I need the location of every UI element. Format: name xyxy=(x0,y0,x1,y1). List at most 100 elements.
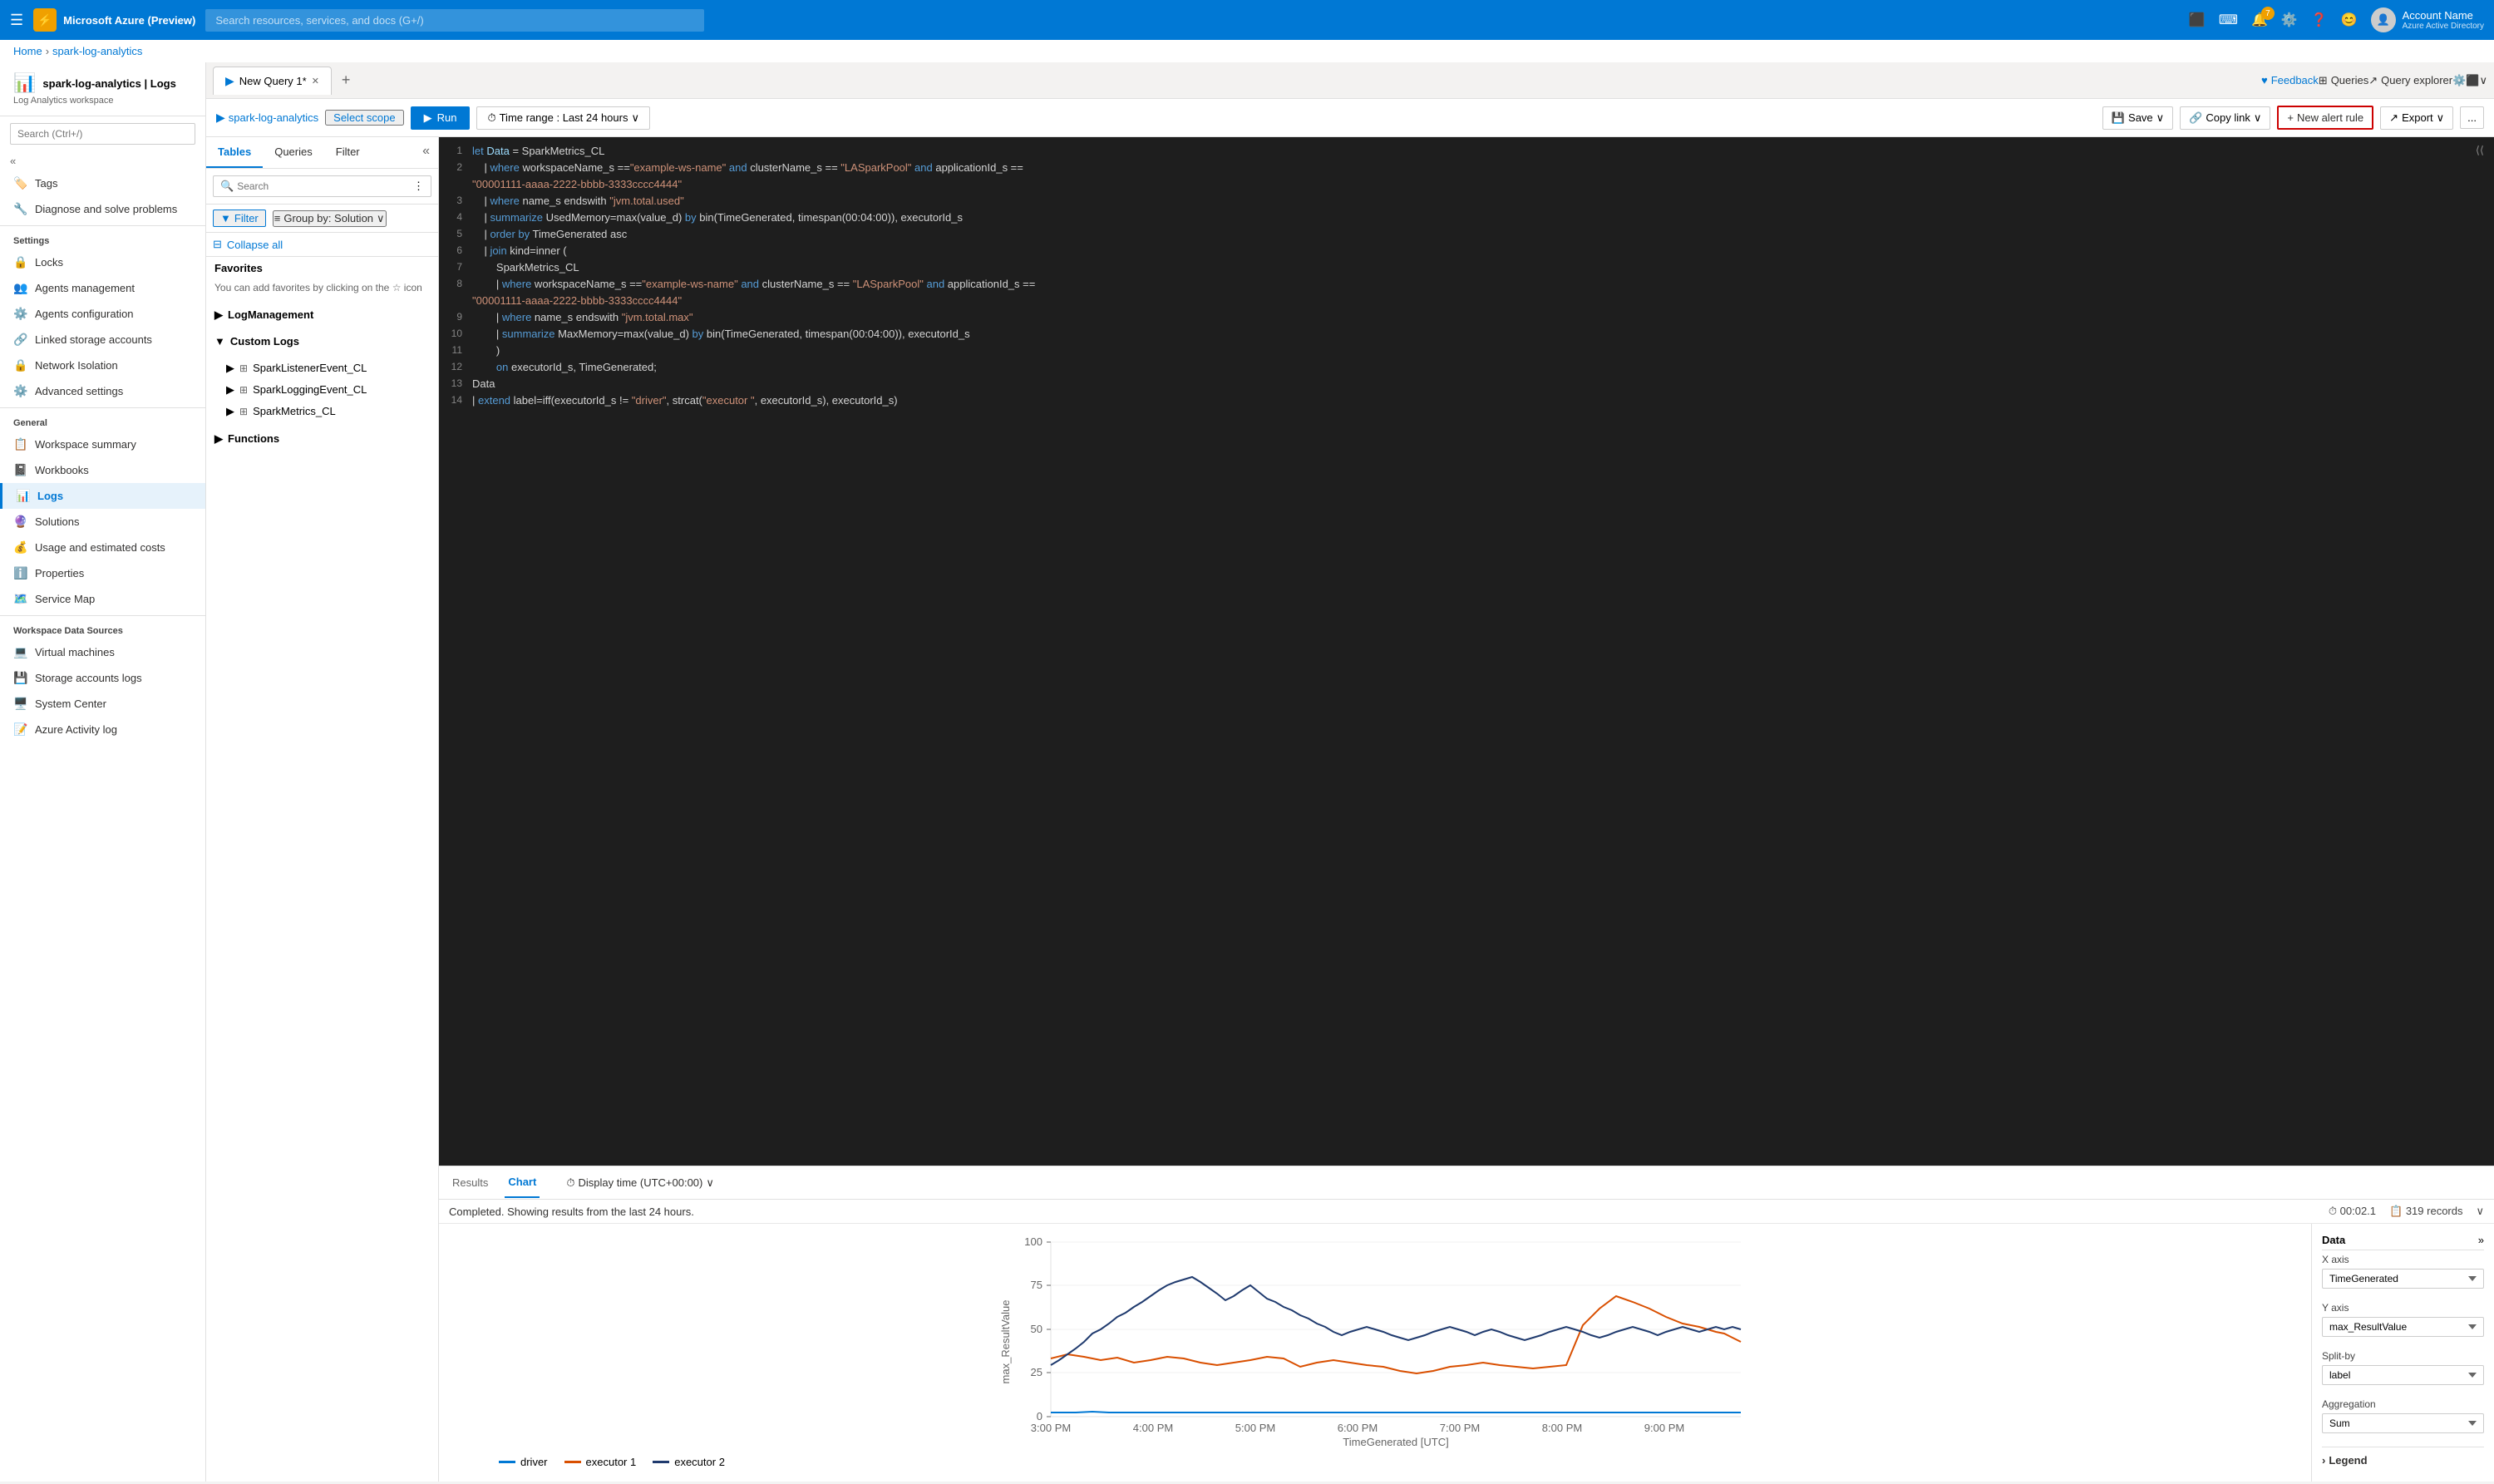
legend-executor2: executor 2 xyxy=(653,1456,725,1468)
y-axis-label: Y axis xyxy=(2322,1302,2484,1314)
legend-executor1: executor 1 xyxy=(564,1456,637,1468)
custom-logs-header[interactable]: ▼ Custom Logs xyxy=(206,328,438,354)
panel-collapse-button[interactable]: « xyxy=(414,137,438,168)
notification-icon[interactable]: 🔔 7 xyxy=(2251,12,2268,28)
sidebar-item-tags[interactable]: 🏷️ Tags xyxy=(0,170,205,196)
feedback-button[interactable]: ♥ Feedback xyxy=(2261,74,2319,86)
filter-button[interactable]: ▼ Filter xyxy=(213,210,266,227)
hamburger-icon[interactable]: ☰ xyxy=(10,12,23,29)
advanced-settings-icon: ⚙️ xyxy=(13,384,28,398)
sidebar-item-logs[interactable]: 📊 Logs xyxy=(0,483,205,509)
new-alert-rule-button[interactable]: + New alert rule xyxy=(2277,106,2373,130)
y-axis-select[interactable]: max_ResultValue xyxy=(2322,1317,2484,1337)
add-tab-button[interactable]: + xyxy=(335,68,357,92)
functions-header[interactable]: ▶ Functions xyxy=(206,426,438,452)
sidebar-item-virtual-machines[interactable]: 💻 Virtual machines xyxy=(0,639,205,665)
search-more-icon[interactable]: ⋮ xyxy=(413,180,424,193)
results-tab-chart[interactable]: Chart xyxy=(505,1167,540,1198)
query-tab-1[interactable]: ▶ New Query 1* ✕ xyxy=(213,67,332,95)
select-scope-button[interactable]: Select scope xyxy=(325,110,403,126)
sidebar-toggle[interactable]: « xyxy=(0,151,205,170)
sidebar-item-properties[interactable]: ℹ️ Properties xyxy=(0,560,205,586)
sidebar-item-workspace-summary[interactable]: 📋 Workspace summary xyxy=(0,431,205,457)
time-range-button[interactable]: ⏱ Time range : Last 24 hours ∨ xyxy=(476,106,650,130)
export-button[interactable]: ↗ Export ∨ xyxy=(2380,106,2453,130)
query-editor[interactable]: 1 let Data = SparkMetrics_CL 2 | where w… xyxy=(439,137,2494,1166)
tab-queries[interactable]: Queries xyxy=(263,137,324,168)
sidebar-item-system-center[interactable]: 🖥️ System Center xyxy=(0,691,205,717)
sidebar-search-container xyxy=(0,116,205,151)
sidebar-search-input[interactable] xyxy=(10,123,195,145)
help-icon[interactable]: ❓ xyxy=(2311,12,2328,28)
tab-filter[interactable]: Filter xyxy=(324,137,372,168)
sidebar-item-activity-log[interactable]: 📝 Azure Activity log xyxy=(0,717,205,742)
chart-svg: max_ResultValue 100 75 xyxy=(449,1234,2301,1450)
expand-row-icon: ▶ xyxy=(226,405,234,418)
more-options-button[interactable]: ∨ xyxy=(2479,74,2487,87)
log-management-header[interactable]: ▶ LogManagement xyxy=(206,302,438,328)
breadcrumb-resource[interactable]: spark-log-analytics xyxy=(52,45,142,57)
sidebar-item-linked-storage[interactable]: 🔗 Linked storage accounts xyxy=(0,327,205,353)
collapse-all-button[interactable]: ⊟ Collapse all xyxy=(206,233,438,257)
tab-label: New Query 1* xyxy=(239,75,307,87)
layout-button[interactable]: ⬛ xyxy=(2466,74,2479,87)
editor-line-8b: "00001111-aaaa-2222-bbbb-3333cccc4444" xyxy=(439,293,2494,310)
tab-close-icon[interactable]: ✕ xyxy=(312,76,319,86)
sidebar-item-service-map[interactable]: 🗺️ Service Map xyxy=(0,586,205,612)
editor-collapse-button[interactable]: ⟨⟨ xyxy=(2476,144,2484,157)
save-button[interactable]: 💾 Save ∨ xyxy=(2102,106,2173,130)
portal-icon[interactable]: ⬛ xyxy=(2189,12,2206,28)
sidebar-item-solutions[interactable]: 🔮 Solutions xyxy=(0,509,205,535)
data-section-header[interactable]: Data » xyxy=(2322,1234,2484,1250)
table-item-sparklistener[interactable]: ▶ ⊞ SparkListenerEvent_CL xyxy=(206,357,438,379)
query-explorer-button[interactable]: ↗ Query explorer xyxy=(2368,74,2452,87)
svg-text:7:00 PM: 7:00 PM xyxy=(1440,1422,1480,1434)
sidebar-item-agents-mgmt[interactable]: 👥 Agents management xyxy=(0,275,205,301)
legend-expand-icon: › xyxy=(2322,1454,2325,1467)
agents-mgmt-icon: 👥 xyxy=(13,281,28,295)
queries-button[interactable]: ⊞ Queries xyxy=(2319,74,2368,87)
breadcrumb-home[interactable]: Home xyxy=(13,45,42,57)
status-text: Completed. Showing results from the last… xyxy=(449,1205,694,1218)
notification-badge: 7 xyxy=(2261,7,2275,20)
table-item-sparkmetrics[interactable]: ▶ ⊞ SparkMetrics_CL xyxy=(206,401,438,422)
workspace-icon: ▶ xyxy=(216,111,225,125)
tab-tables[interactable]: Tables xyxy=(206,137,263,168)
sidebar-item-storage-logs[interactable]: 💾 Storage accounts logs xyxy=(0,665,205,691)
sidebar-item-diagnose[interactable]: 🔧 Diagnose and solve problems xyxy=(0,196,205,222)
sidebar-item-locks[interactable]: 🔒 Locks xyxy=(0,249,205,275)
sidebar-item-usage-costs[interactable]: 💰 Usage and estimated costs xyxy=(0,535,205,560)
topbar-icons: ⬛ ⌨ 🔔 7 ⚙️ ❓ 😊 👤 Account Name Azure Acti… xyxy=(2189,7,2484,32)
group-by-button[interactable]: ≡ Group by: Solution ∨ xyxy=(273,210,387,227)
cloudshell-icon[interactable]: ⌨ xyxy=(2219,12,2238,28)
settings-button[interactable]: ⚙️ xyxy=(2452,74,2466,87)
sidebar-item-label: Network Isolation xyxy=(35,359,118,372)
sidebar-item-network[interactable]: 🔒 Network Isolation xyxy=(0,353,205,378)
tables-search-input[interactable] xyxy=(237,180,410,192)
page-title: spark-log-analytics | Logs xyxy=(42,77,175,90)
results-area: Results Chart ⏱ Display time (UTC+00:00)… xyxy=(439,1166,2494,1482)
table-item-sparklogging[interactable]: ▶ ⊞ SparkLoggingEvent_CL xyxy=(206,379,438,401)
display-time-button[interactable]: ⏱ Display time (UTC+00:00) ∨ xyxy=(566,1176,714,1190)
aggregation-select[interactable]: Sum xyxy=(2322,1413,2484,1433)
account-menu[interactable]: 👤 Account Name Azure Active Directory xyxy=(2371,7,2484,32)
sidebar-item-workbooks[interactable]: 📓 Workbooks xyxy=(0,457,205,483)
run-button[interactable]: ▶ Run xyxy=(411,106,471,130)
more-button[interactable]: ... xyxy=(2460,106,2484,129)
workspace-summary-icon: 📋 xyxy=(13,437,28,451)
sidebar-item-agents-config[interactable]: ⚙️ Agents configuration xyxy=(0,301,205,327)
feedback-icon[interactable]: 😊 xyxy=(2341,12,2358,28)
split-by-select[interactable]: label xyxy=(2322,1365,2484,1385)
tags-icon: 🏷️ xyxy=(13,176,28,190)
results-tab-results[interactable]: Results xyxy=(449,1168,491,1197)
x-axis-select[interactable]: TimeGenerated xyxy=(2322,1269,2484,1289)
topbar-search-input[interactable] xyxy=(205,9,704,32)
expand-results-button[interactable]: ∨ xyxy=(2476,1205,2484,1218)
legend-title[interactable]: › Legend xyxy=(2322,1454,2484,1467)
sidebar-item-advanced-settings[interactable]: ⚙️ Advanced settings xyxy=(0,378,205,404)
chart-legend-inline: driver executor 1 executor 2 xyxy=(449,1452,2301,1472)
tables-search-wrap: 🔍 ⋮ xyxy=(213,175,431,197)
copy-link-button[interactable]: 🔗 Copy link ∨ xyxy=(2180,106,2270,130)
split-by-setting: Split-by label xyxy=(2322,1350,2484,1385)
settings-icon[interactable]: ⚙️ xyxy=(2281,12,2298,28)
